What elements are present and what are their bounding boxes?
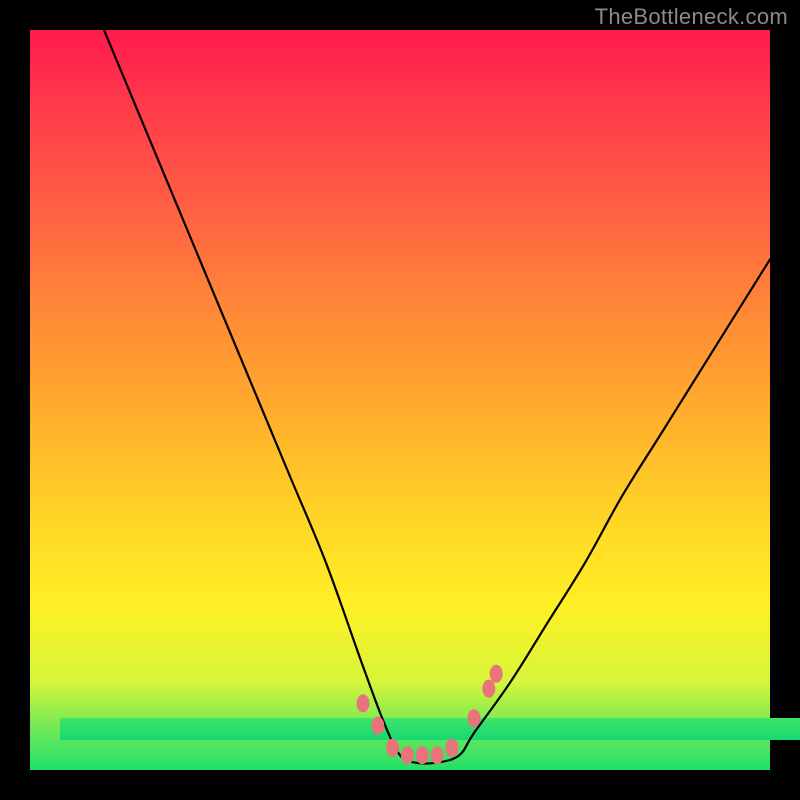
sweet-spot-marker [416,746,429,764]
sweet-spot-marker [371,717,384,735]
sweet-spot-marker [468,709,481,727]
sweet-spot-marker [401,746,414,764]
sweet-spot-marker [431,746,444,764]
bottleneck-curve [104,30,770,764]
sweet-spot-markers [357,665,503,764]
chart-frame: TheBottleneck.com [0,0,800,800]
watermark-text: TheBottleneck.com [595,4,788,30]
sweet-spot-marker [482,680,495,698]
chart-overlay [30,30,770,770]
sweet-spot-marker [386,739,399,757]
sweet-spot-marker [445,739,458,757]
plot-area [30,30,770,770]
sweet-spot-marker [490,665,503,683]
sweet-spot-marker [357,694,370,712]
